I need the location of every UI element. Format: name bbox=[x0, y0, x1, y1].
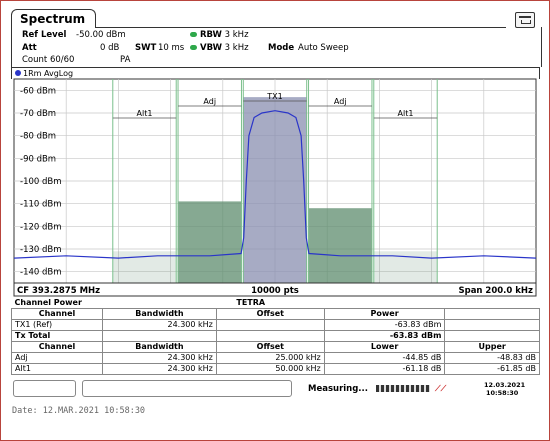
span-label: Span 200.0 kHz bbox=[458, 286, 533, 296]
table-cell: -48.83 dB bbox=[444, 352, 540, 364]
sweep-points-label: 10000 pts bbox=[251, 286, 299, 296]
col-header: Channel bbox=[11, 341, 103, 353]
col-header: Offset bbox=[215, 308, 325, 320]
col-header: Upper bbox=[444, 341, 540, 353]
table-header-row: Channel Bandwidth Offset Lower Upper bbox=[11, 341, 540, 353]
table-cell bbox=[444, 330, 540, 342]
table-cell: Adj bbox=[11, 352, 103, 364]
table-row: TX1 (Ref) 24.300 kHz -63.83 dBm bbox=[11, 319, 540, 331]
channel-label: Alt1 bbox=[398, 109, 414, 118]
y-tick-label: -100 dBm bbox=[20, 177, 62, 187]
status-area: Measuring... ⟋⟋ 12.03.2021 10:58:30 bbox=[298, 380, 530, 397]
channel-power-bar bbox=[243, 97, 307, 283]
progress-bar bbox=[376, 385, 430, 392]
y-tick-label: -140 dBm bbox=[20, 268, 62, 278]
table-cell bbox=[102, 330, 217, 342]
table-cell: 24.300 kHz bbox=[102, 363, 217, 375]
table-cell: -63.83 dBm bbox=[323, 319, 446, 331]
col-header bbox=[444, 308, 540, 320]
table-standard: TETRA bbox=[236, 298, 266, 307]
tx-total-value: -63.83 dBm bbox=[323, 330, 446, 342]
status-date: 12.03.2021 bbox=[484, 381, 526, 389]
table-row: Tx Total -63.83 dBm bbox=[11, 330, 540, 342]
col-header: Bandwidth bbox=[102, 308, 217, 320]
measuring-status: Measuring... bbox=[308, 384, 368, 394]
y-tick-label: -110 dBm bbox=[20, 200, 62, 210]
table-row: Adj 24.300 kHz 25.000 kHz -44.85 dB -48.… bbox=[11, 352, 540, 364]
status-time: 10:58:30 bbox=[486, 389, 519, 397]
y-tick-label: -120 dBm bbox=[20, 222, 62, 232]
col-header: Lower bbox=[323, 341, 446, 353]
y-tick-label: -70 dBm bbox=[20, 109, 56, 119]
table-title: Channel Power bbox=[14, 298, 82, 307]
table-cell: 24.300 kHz bbox=[102, 352, 217, 364]
channel-label: Alt1 bbox=[137, 109, 153, 118]
col-header: Channel bbox=[11, 308, 103, 320]
y-tick-label: -60 dBm bbox=[20, 86, 56, 96]
col-header: Offset bbox=[215, 341, 325, 353]
channel-label: Adj bbox=[334, 97, 347, 106]
table-cell: -61.18 dB bbox=[323, 363, 446, 375]
rs-logo-icon: ⟋⟋ bbox=[435, 384, 447, 393]
channel-power-bar bbox=[178, 201, 242, 283]
col-header: Bandwidth bbox=[102, 341, 217, 353]
y-tick-label: -90 dBm bbox=[20, 154, 56, 164]
table-cell: TX1 (Ref) bbox=[11, 319, 103, 331]
table-cell: -61.85 dB bbox=[444, 363, 540, 375]
status-field-1 bbox=[13, 380, 76, 397]
col-header: Power bbox=[323, 308, 446, 320]
channel-power-bar bbox=[308, 208, 372, 283]
y-tick-label: -130 dBm bbox=[20, 245, 62, 255]
table-cell: Alt1 bbox=[11, 363, 103, 375]
center-frequency-label: CF 393.2875 MHz bbox=[17, 286, 100, 296]
table-cell bbox=[215, 319, 325, 331]
table-cell: 50.000 kHz bbox=[215, 363, 325, 375]
table-cell bbox=[215, 330, 325, 342]
table-row: Alt1 24.300 kHz 50.000 kHz -61.18 dB -61… bbox=[11, 363, 540, 375]
footer-date: Date: 12.MAR.2021 10:58:30 bbox=[12, 406, 146, 416]
table-cell: 25.000 kHz bbox=[215, 352, 325, 364]
channel-label: TX1 bbox=[266, 92, 282, 101]
y-tick-label: -80 dBm bbox=[20, 132, 56, 142]
table-header-row: Channel Bandwidth Offset Power bbox=[11, 308, 540, 320]
table-cell bbox=[444, 319, 540, 331]
table-title-row: Channel Power TETRA bbox=[12, 298, 540, 309]
table-cell: 24.300 kHz bbox=[102, 319, 217, 331]
channel-power-table: Channel Power TETRA Channel Bandwidth Of… bbox=[11, 298, 540, 375]
table-cell: -44.85 dB bbox=[323, 352, 446, 364]
tx-total-label: Tx Total bbox=[11, 330, 103, 342]
status-field-2 bbox=[82, 380, 292, 397]
channel-label: Adj bbox=[203, 97, 216, 106]
